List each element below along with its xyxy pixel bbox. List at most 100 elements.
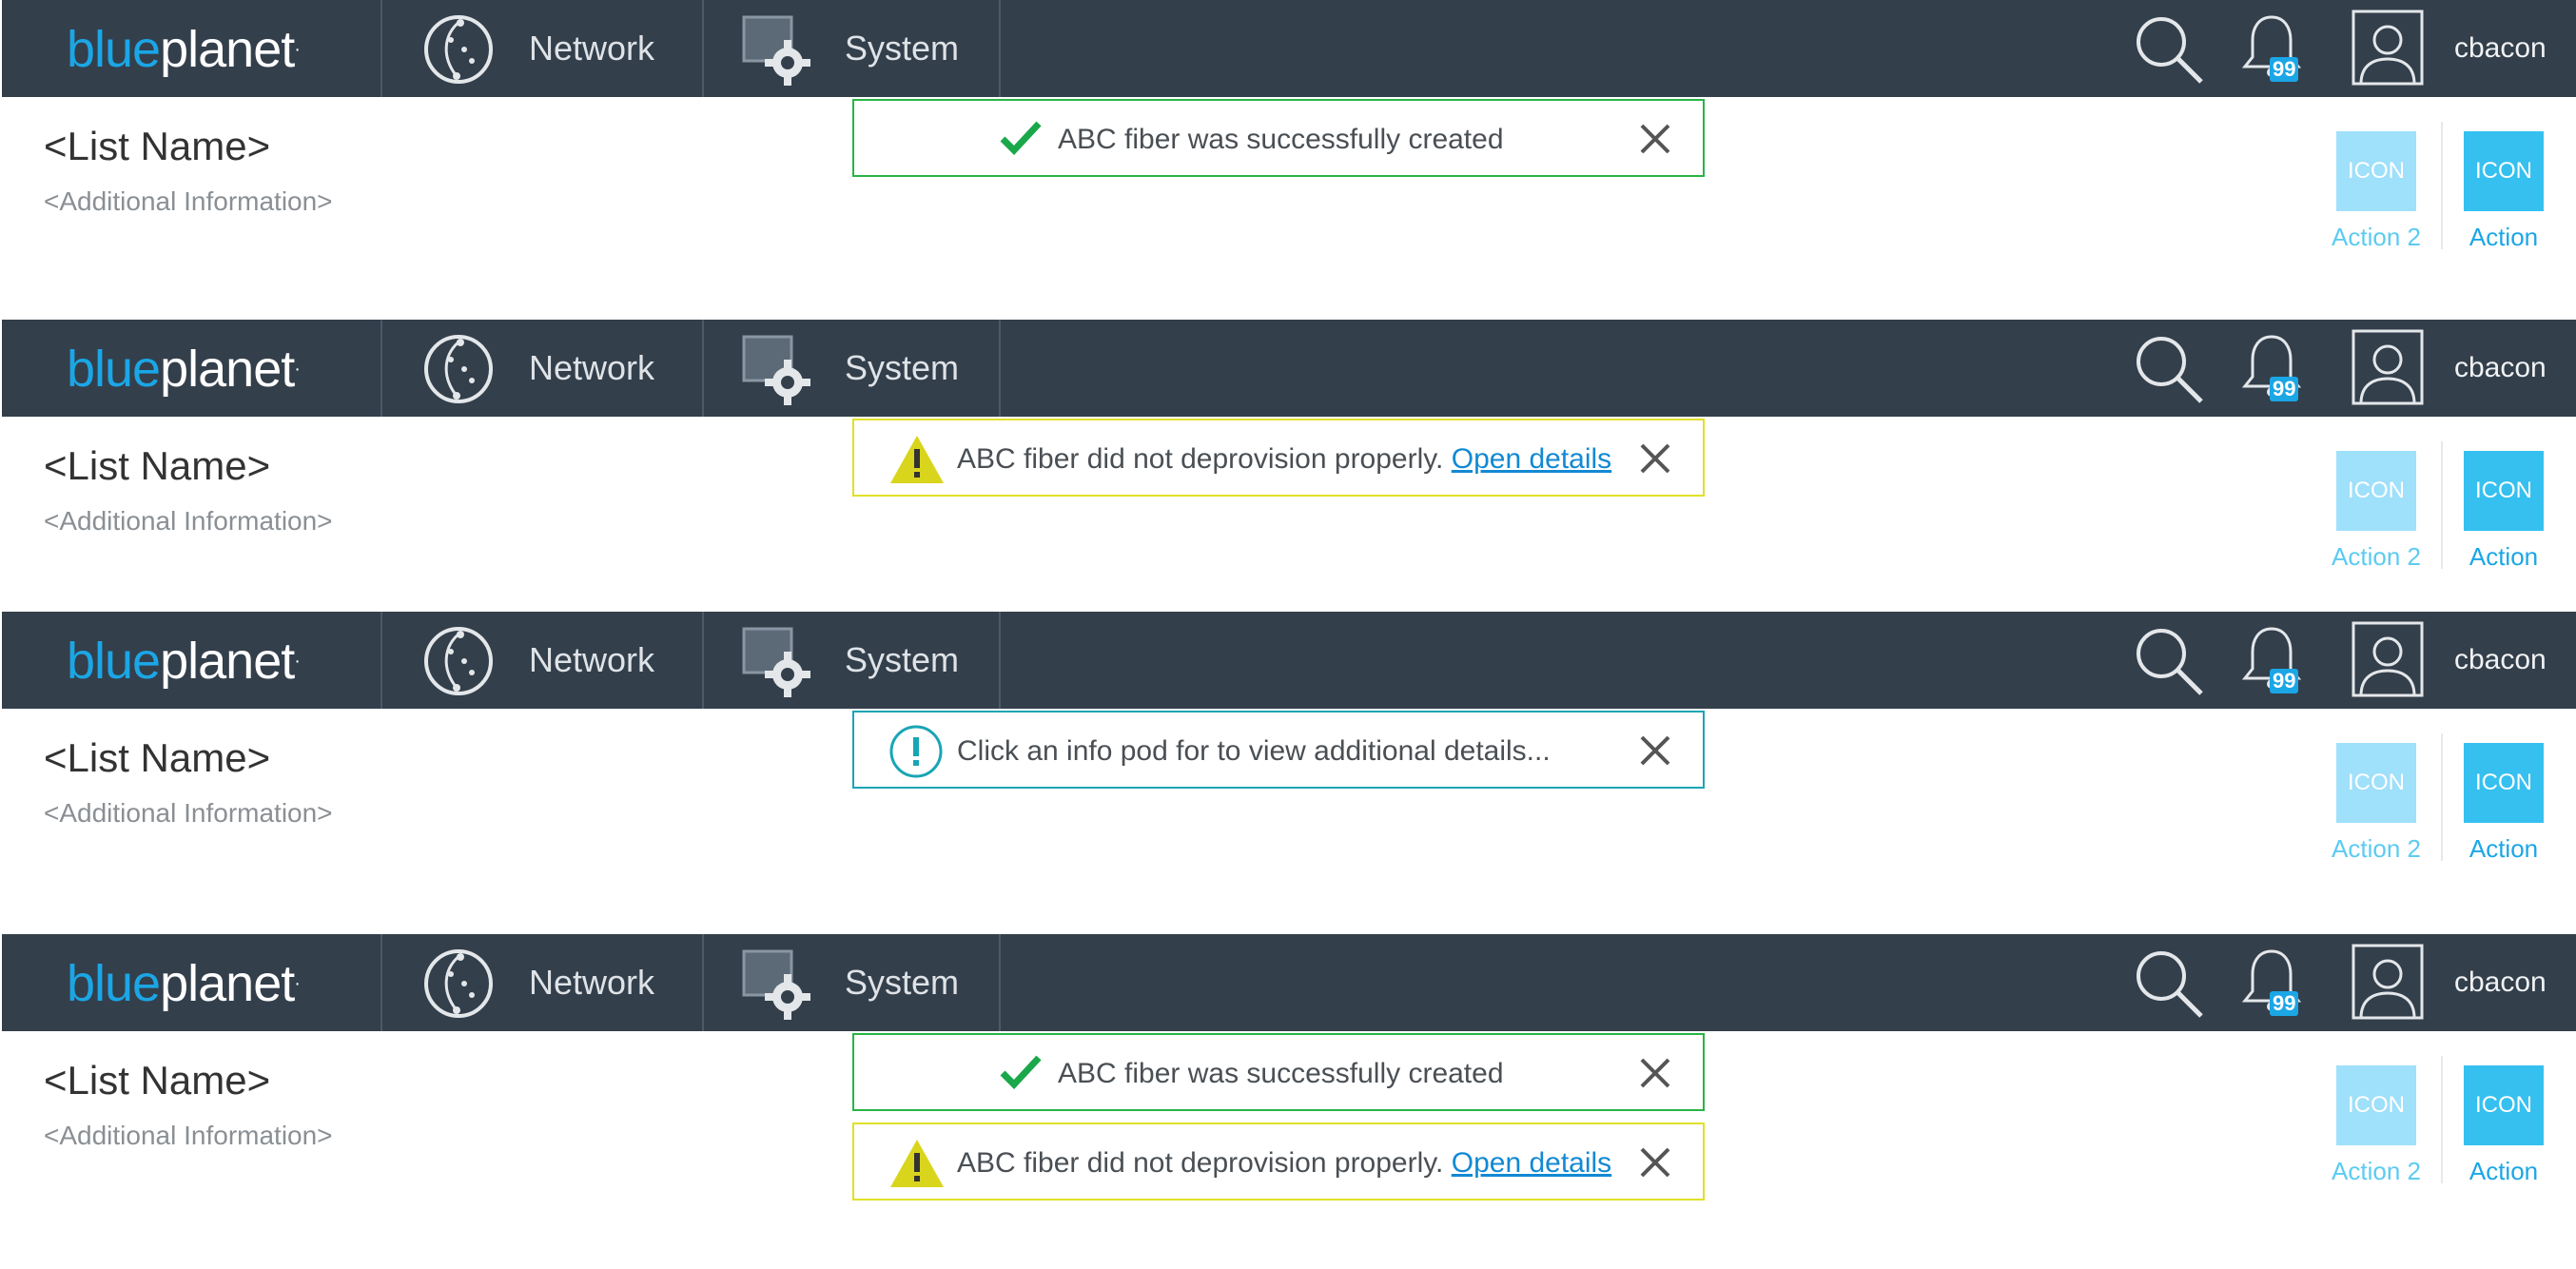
nav-label-network: Network <box>529 29 655 68</box>
action-2-icon: ICON <box>2336 451 2416 531</box>
notification-count-badge: 99 <box>2270 669 2299 693</box>
action-icon: ICON <box>2464 743 2544 823</box>
nav-item-network[interactable]: Network <box>382 0 702 97</box>
username[interactable]: cbacon <box>2454 644 2547 676</box>
additional-info: <Additional Information> <box>44 506 333 536</box>
screen-variant-warning: blueplanet· Network System 99 cbacon <Li… <box>0 320 2576 605</box>
action-icon: ICON <box>2464 131 2544 211</box>
notification-count-badge: 99 <box>2270 991 2299 1016</box>
nav-item-network[interactable]: Network <box>382 320 702 417</box>
top-navbar: blueplanet· Network System 99 cbacon <box>2 612 2576 709</box>
search-icon[interactable] <box>2135 627 2205 697</box>
warning-toast: ABC fiber did not deprovision properly. … <box>852 419 1705 497</box>
notification-count-badge: 99 <box>2270 377 2299 401</box>
user-avatar-icon[interactable] <box>2352 944 2424 1020</box>
top-navbar: blueplanet· Network System 99 cbacon <box>2 934 2576 1031</box>
nav-label-system: System <box>845 640 960 679</box>
toast-message: ABC fiber was successfully created <box>1058 1058 1504 1089</box>
action-2-button[interactable]: ICON Action 2 <box>2329 451 2424 572</box>
action-2-button[interactable]: ICON Action 2 <box>2329 131 2424 252</box>
action-button[interactable]: ICON Action <box>2456 743 2551 864</box>
action-label: Action <box>2469 223 2539 251</box>
action-icon: ICON <box>2464 451 2544 531</box>
network-icon <box>424 335 493 403</box>
close-icon[interactable] <box>1636 120 1674 158</box>
nav-item-system[interactable]: System <box>704 320 999 417</box>
list-name-title: <List Name> <box>44 735 271 780</box>
toast-message: ABC fiber was successfully created <box>1058 124 1504 155</box>
action-2-label: Action 2 <box>2332 223 2421 251</box>
action-button[interactable]: ICON Action <box>2456 1065 2551 1186</box>
close-icon[interactable] <box>1636 439 1674 478</box>
action-2-icon: ICON <box>2336 743 2416 823</box>
nav-item-system[interactable]: System <box>704 0 999 97</box>
username[interactable]: cbacon <box>2454 32 2547 65</box>
open-details-link[interactable]: Open details <box>1452 443 1611 475</box>
info-circle-icon <box>889 725 943 778</box>
action-label: Action <box>2469 834 2539 863</box>
notifications-button[interactable]: 99 <box>2241 333 2308 409</box>
system-settings-icon <box>742 335 810 405</box>
blueplanet-logo[interactable]: blueplanet· <box>67 955 301 1012</box>
action-label: Action <box>2469 1157 2539 1185</box>
action-2-button[interactable]: ICON Action 2 <box>2329 1065 2424 1186</box>
nav-label-system: System <box>845 348 960 387</box>
system-settings-icon <box>742 949 810 1020</box>
user-avatar-icon[interactable] <box>2352 621 2424 697</box>
username[interactable]: cbacon <box>2454 352 2547 384</box>
screen-variant-stacked: blueplanet· Network System 99 cbacon <Li… <box>0 934 2576 1269</box>
search-icon[interactable] <box>2135 949 2205 1020</box>
nav-label-system: System <box>845 29 960 68</box>
network-icon <box>424 15 493 84</box>
nav-label-network: Network <box>529 963 655 1002</box>
checkmark-icon <box>1000 1055 1042 1090</box>
nav-label-network: Network <box>529 640 655 679</box>
notifications-button[interactable]: 99 <box>2241 13 2308 89</box>
notifications-button[interactable]: 99 <box>2241 625 2308 701</box>
list-name-title: <List Name> <box>44 443 271 488</box>
system-settings-icon <box>742 15 810 86</box>
warning-triangle-icon <box>890 1140 944 1187</box>
success-toast: ABC fiber was successfully created <box>852 99 1705 177</box>
blueplanet-logo[interactable]: blueplanet· <box>67 341 301 398</box>
additional-info: <Additional Information> <box>44 798 333 828</box>
blueplanet-logo[interactable]: blueplanet· <box>67 21 301 78</box>
checkmark-icon <box>1000 121 1042 156</box>
list-name-title: <List Name> <box>44 124 271 168</box>
nav-item-network[interactable]: Network <box>382 612 702 709</box>
user-avatar-icon[interactable] <box>2352 10 2424 86</box>
info-toast: Click an info pod for to view additional… <box>852 711 1705 789</box>
additional-info: <Additional Information> <box>44 186 333 216</box>
screen-variant-success: blueplanet· Network System 99 cbacon <Li… <box>0 0 2576 314</box>
system-settings-icon <box>742 627 810 697</box>
warning-triangle-icon <box>890 436 944 483</box>
action-2-label: Action 2 <box>2332 834 2421 863</box>
action-icon: ICON <box>2464 1065 2544 1145</box>
notifications-button[interactable]: 99 <box>2241 947 2308 1024</box>
toast-message: ABC fiber did not deprovision properly. <box>957 1147 1444 1179</box>
action-2-label: Action 2 <box>2332 1157 2421 1185</box>
nav-item-system[interactable]: System <box>704 934 999 1031</box>
close-icon[interactable] <box>1636 1143 1674 1181</box>
action-2-icon: ICON <box>2336 1065 2416 1145</box>
username[interactable]: cbacon <box>2454 966 2547 999</box>
notification-count-badge: 99 <box>2270 57 2299 82</box>
additional-info: <Additional Information> <box>44 1121 333 1150</box>
close-icon[interactable] <box>1636 732 1674 770</box>
search-icon[interactable] <box>2135 15 2205 86</box>
close-icon[interactable] <box>1636 1054 1674 1092</box>
warning-toast: ABC fiber did not deprovision properly. … <box>852 1123 1705 1201</box>
action-button[interactable]: ICON Action <box>2456 131 2551 252</box>
action-button[interactable]: ICON Action <box>2456 451 2551 572</box>
top-navbar: blueplanet· Network System 99 cbacon <box>2 0 2576 97</box>
search-icon[interactable] <box>2135 335 2205 405</box>
nav-label-system: System <box>845 963 960 1002</box>
blueplanet-logo[interactable]: blueplanet· <box>67 633 301 690</box>
screen-variant-info: blueplanet· Network System 99 cbacon <Li… <box>0 612 2576 926</box>
nav-item-network[interactable]: Network <box>382 934 702 1031</box>
user-avatar-icon[interactable] <box>2352 329 2424 405</box>
action-2-button[interactable]: ICON Action 2 <box>2329 743 2424 864</box>
action-2-label: Action 2 <box>2332 542 2421 571</box>
nav-item-system[interactable]: System <box>704 612 999 709</box>
open-details-link[interactable]: Open details <box>1452 1147 1611 1179</box>
